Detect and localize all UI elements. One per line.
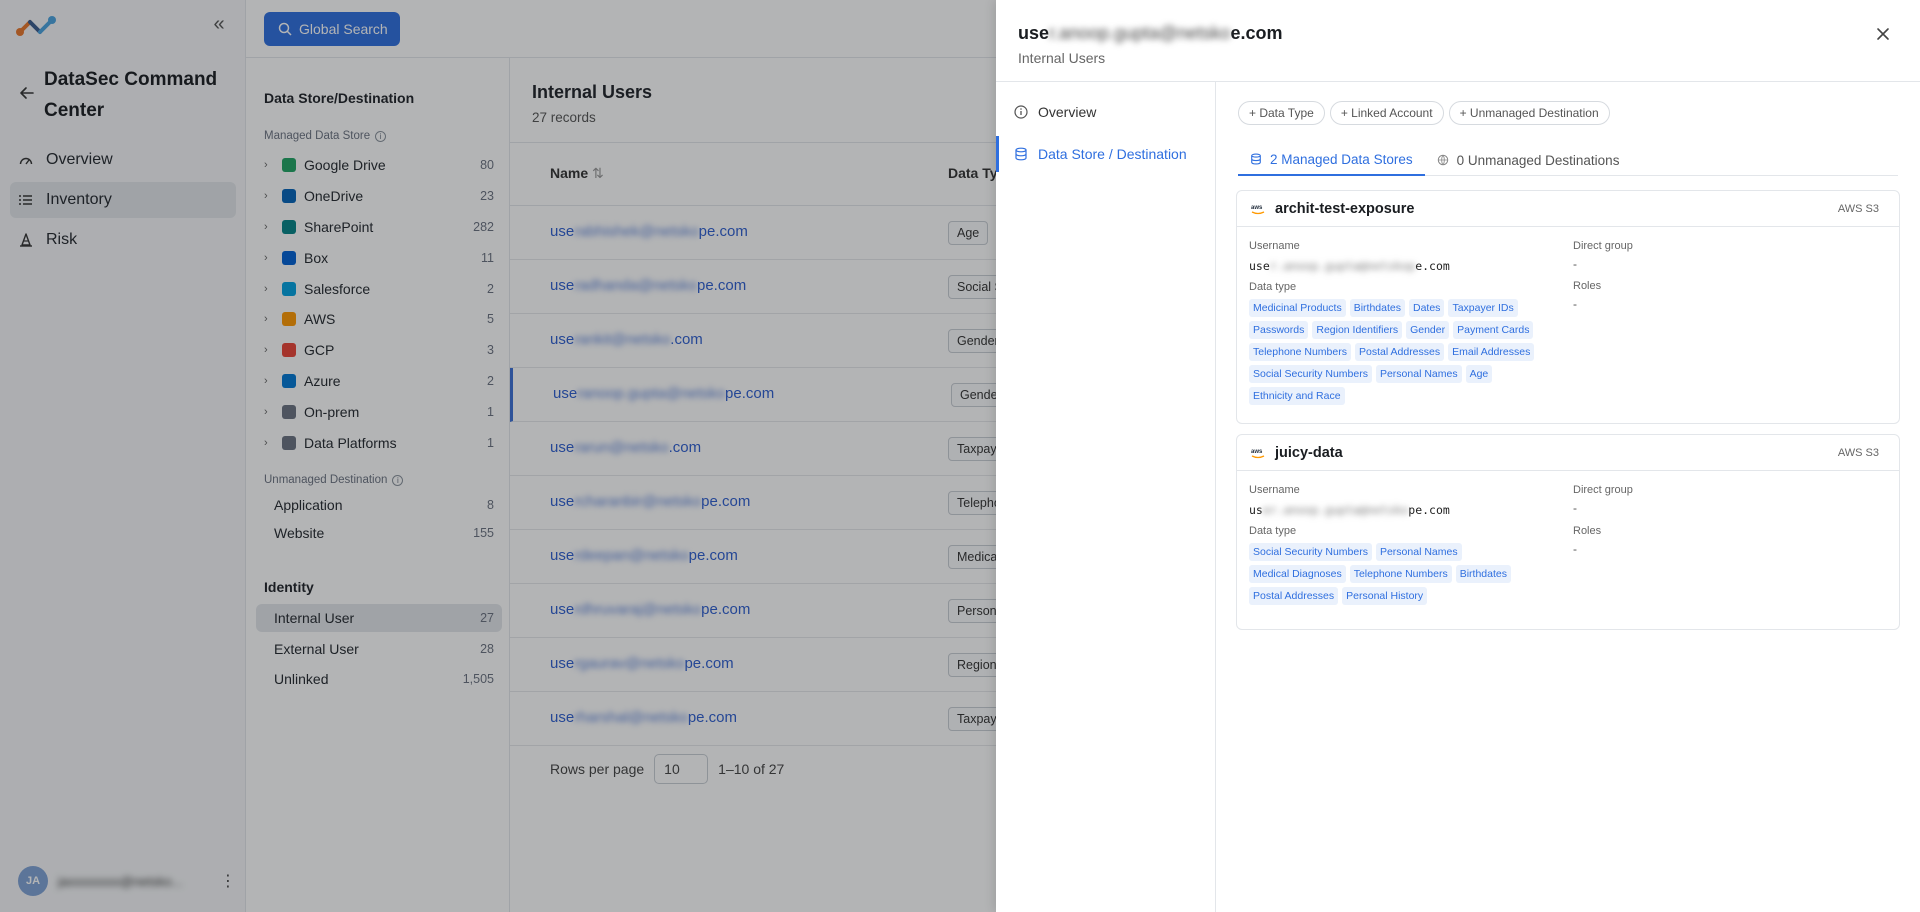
tab-managed-data-stores[interactable]: 2 Managed Data Stores: [1238, 144, 1425, 176]
tab-unmanaged-destinations[interactable]: 0 Unmanaged Destinations: [1425, 144, 1632, 176]
username-pre: use: [1249, 259, 1270, 273]
data-type-tag: Age: [1465, 365, 1493, 383]
add-linked-account-filter[interactable]: + Linked Account: [1329, 101, 1444, 125]
roles-label: Roles: [1573, 525, 1602, 537]
data-store-name[interactable]: archit-test-exposure: [1275, 201, 1414, 217]
drawer-title-redacted: r.anoop.gupta@netsko: [1049, 23, 1231, 43]
drawer-title: user.anoop.gupta@netskoe.com: [1018, 23, 1282, 44]
data-type-tag: Social Security Numbers: [1249, 543, 1372, 561]
data-type-tag: Medical Diagnoses: [1249, 565, 1346, 583]
database-icon: [1015, 147, 1027, 161]
roles-label: Roles: [1573, 280, 1602, 292]
direct-group-value: -: [1573, 257, 1577, 271]
data-type-tag: Ethnicity and Race: [1249, 387, 1345, 405]
modal-backdrop[interactable]: [0, 0, 996, 912]
drawer-title-pre: use: [1018, 23, 1050, 43]
data-type-tag: Postal Addresses: [1249, 587, 1339, 605]
data-type-tag: Region Identifiers: [1312, 321, 1403, 339]
close-icon[interactable]: [1874, 25, 1892, 43]
drawer-nav-overview[interactable]: Overview: [996, 94, 1216, 130]
username-value: user.anoop.gupta@netskope.com: [1249, 259, 1450, 273]
roles-value: -: [1573, 542, 1577, 556]
username-post: pe.com: [1408, 503, 1450, 517]
data-type-tag: Payment Cards: [1453, 321, 1534, 339]
data-store-card: aws juicy-data AWS S3 Username user.anoo…: [1236, 434, 1900, 630]
drawer-nav-label: Data Store / Destination: [1038, 146, 1187, 162]
data-type-tag: Social Security Numbers: [1249, 365, 1372, 383]
aws-icon: aws: [1251, 449, 1265, 458]
username-label: Username: [1249, 240, 1300, 252]
data-type-tags: Medicinal Products Birthdates Dates Taxpaye…: [1249, 299, 1539, 405]
username-redacted: r.anoop.gupta@netskop: [1269, 259, 1416, 273]
tabs: 2 Managed Data Stores 0 Unmanaged Destin…: [1238, 144, 1898, 176]
data-store-card: aws archit-test-exposure AWS S3 Username…: [1236, 190, 1900, 424]
drawer-nav-label: Overview: [1038, 104, 1097, 120]
drawer-title-post: e.com: [1230, 23, 1283, 43]
username-pre: us: [1249, 503, 1263, 517]
data-type-tag: Taxpayer IDs: [1448, 299, 1518, 317]
data-type-tag: Dates: [1409, 299, 1445, 317]
data-type-label: Data type: [1249, 525, 1297, 537]
drawer-nav-data-store[interactable]: Data Store / Destination: [996, 136, 1216, 172]
drawer-subtitle: Internal Users: [1018, 50, 1106, 66]
card-header: aws juicy-data AWS S3: [1237, 435, 1899, 471]
drawer-nav: Overview Data Store / Destination: [996, 82, 1216, 912]
direct-group-value: -: [1573, 501, 1577, 515]
data-type-label: Data type: [1249, 281, 1297, 293]
direct-group-label: Direct group: [1573, 240, 1633, 252]
data-type-tag: Postal Addresses: [1354, 343, 1445, 361]
data-type-tag: Telephone Numbers: [1249, 343, 1351, 361]
username-label: Username: [1249, 484, 1300, 496]
aws-icon: aws: [1251, 205, 1265, 214]
tab-label: 2 Managed Data Stores: [1270, 151, 1413, 167]
data-type-tag: Personal Names: [1375, 365, 1462, 383]
data-store-type: AWS S3: [1837, 446, 1879, 459]
card-header: aws archit-test-exposure AWS S3: [1237, 191, 1899, 227]
username-redacted: er.anoop.gupta@netsko: [1262, 503, 1409, 517]
data-type-tag: Telephone Numbers: [1349, 565, 1452, 583]
data-type-tag: Personal History: [1342, 587, 1428, 605]
data-type-tag: Personal Names: [1375, 543, 1462, 561]
svg-text:aws: aws: [1251, 205, 1263, 211]
data-type-tag: Gender: [1406, 321, 1450, 339]
filter-chips: + Data Type + Linked Account + Unmanaged…: [1238, 101, 1610, 125]
username-value: user.anoop.gupta@netskope.com: [1249, 503, 1450, 517]
data-type-tag: Passwords: [1249, 321, 1309, 339]
drawer-body: + Data Type + Linked Account + Unmanaged…: [1216, 82, 1920, 912]
user-detail-drawer: user.anoop.gupta@netskoe.com Internal Us…: [996, 0, 1920, 912]
svg-text:aws: aws: [1251, 449, 1263, 455]
data-type-tag: Medicinal Products: [1249, 299, 1346, 317]
database-icon: [1251, 153, 1261, 165]
add-unmanaged-destination-filter[interactable]: + Unmanaged Destination: [1448, 101, 1610, 125]
globe-icon: [1437, 154, 1448, 166]
data-type-tags: Social Security Numbers Personal Names Med…: [1249, 543, 1539, 605]
data-type-tag: Birthdates: [1455, 565, 1511, 583]
data-type-tag: Email Addresses: [1448, 343, 1535, 361]
tab-label: 0 Unmanaged Destinations: [1456, 152, 1620, 168]
add-data-type-filter[interactable]: + Data Type: [1238, 101, 1325, 125]
data-store-name[interactable]: juicy-data: [1275, 445, 1343, 461]
data-type-tag: Birthdates: [1349, 299, 1405, 317]
username-post: e.com: [1415, 259, 1450, 273]
drawer-header: user.anoop.gupta@netskoe.com Internal Us…: [996, 0, 1920, 82]
direct-group-label: Direct group: [1573, 484, 1633, 496]
data-store-type: AWS S3: [1837, 202, 1879, 215]
roles-value: -: [1573, 297, 1577, 311]
info-icon: [1014, 105, 1028, 119]
